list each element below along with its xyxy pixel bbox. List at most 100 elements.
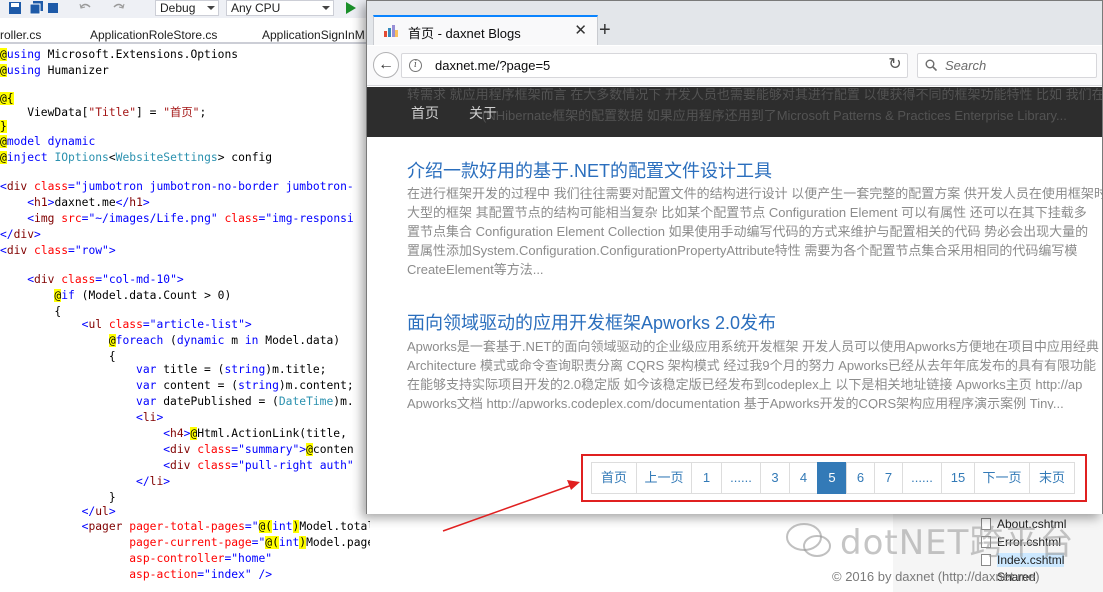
- browser-navbar: ← i daxnet.me/?page=5 ↻ Search: [367, 46, 1102, 86]
- pager-prev[interactable]: 上一页: [636, 462, 692, 494]
- code-line: asp-controller="home": [129, 552, 273, 565]
- pager-page[interactable]: 15: [941, 462, 975, 494]
- code-line: <div class="jumbotron jumbotron-no-borde…: [0, 180, 354, 193]
- configuration-value: Debug: [160, 1, 196, 15]
- pager-page[interactable]: 4: [789, 462, 818, 494]
- site-header: 转需求 就应用程序框架而言 在大多数情况下 开发人员也需要能够对其进行配置 以便…: [367, 87, 1102, 137]
- solution-item[interactable]: About.cshtml: [997, 517, 1066, 531]
- code-line: @foreach (dynamic m in Model.data): [108, 334, 341, 347]
- code-line: <h4>@Html.ActionLink(title,: [163, 427, 347, 440]
- article-summary: 置节点集合 Configuration Element Collection 如…: [407, 224, 1089, 239]
- code-line: @using Humanizer: [0, 64, 109, 77]
- code-line: var content = (string)m.content;: [136, 379, 354, 392]
- code-line: @inject IOptions<WebsiteSettings> config: [0, 151, 273, 164]
- url-bar[interactable]: i daxnet.me/?page=5: [401, 53, 908, 78]
- code-line: <li>: [136, 411, 164, 424]
- code-line: ViewData["Title"] = "首页";: [0, 106, 207, 119]
- ide-tab[interactable]: roller.cs: [0, 27, 41, 43]
- razor-file-icon: [981, 518, 991, 530]
- page-viewport: 转需求 就应用程序框架而言 在大多数情况下 开发人员也需要能够对其进行配置 以便…: [367, 87, 1102, 514]
- tab-title: 首页 - daxnet Blogs: [408, 26, 521, 41]
- copyright-text: © 2016 by daxnet (http://daxnet.me): [832, 569, 1040, 584]
- undo-icon[interactable]: [78, 1, 92, 15]
- ide-tab[interactable]: ApplicationRoleStore.cs: [90, 27, 217, 43]
- solution-item[interactable]: Index.cshtml: [997, 553, 1065, 567]
- code-line: <div class="pull-right auth": [163, 459, 354, 472]
- pager-next[interactable]: 下一页: [974, 462, 1030, 494]
- save-all-secondary-icon[interactable]: [46, 1, 60, 15]
- close-icon[interactable]: ✕: [574, 21, 587, 39]
- code-line: }: [0, 120, 7, 133]
- code-line: var datePublished = (DateTime)m.: [136, 395, 354, 408]
- article-summary: Apworks文档 http://apworks.codeplex.com/do…: [407, 396, 1064, 409]
- pager-page-current[interactable]: 5: [817, 462, 847, 494]
- url-text: daxnet.me/?page=5: [435, 58, 551, 73]
- configuration-dropdown[interactable]: Debug: [155, 0, 219, 16]
- browser-window: 首页 - daxnet Blogs ✕ + ← i daxnet.me/?pag…: [366, 0, 1103, 514]
- code-line: @if (Model.data.Count > 0): [54, 289, 232, 302]
- article-title-link[interactable]: 介绍一款好用的基于.NET的配置文件设计工具: [407, 157, 772, 183]
- article-item: 介绍一款好用的基于.NET的配置文件设计工具 在进行框架开发的过程中 我们往往需…: [407, 157, 1102, 277]
- pager-ellipsis[interactable]: ......: [721, 462, 761, 494]
- code-line: <div class="summary">@conten: [163, 443, 354, 456]
- reload-icon[interactable]: ↻: [884, 54, 906, 78]
- code-line: pager-current-page="@(int)Model.pageNumb…: [129, 536, 370, 549]
- chevron-down-icon: [207, 6, 215, 10]
- code-line: <pager pager-total-pages="@(int)Model.to…: [81, 520, 370, 533]
- article-summary: 置属性添加System.Configuration.ConfigurationP…: [407, 243, 1078, 258]
- nav-link-home[interactable]: 首页: [411, 103, 439, 123]
- code-line: <ul class="article-list">: [81, 318, 252, 331]
- pager-ellipsis[interactable]: ......: [902, 462, 942, 494]
- browser-tab[interactable]: 首页 - daxnet Blogs ✕: [373, 15, 598, 45]
- pager-last[interactable]: 末页: [1029, 462, 1075, 494]
- article-title-link[interactable]: 面向领域驱动的应用开发框架Apworks 2.0发布: [407, 309, 776, 335]
- bar-chart-icon: [384, 25, 398, 37]
- search-placeholder: Search: [945, 58, 987, 73]
- platform-value: Any CPU: [231, 1, 281, 15]
- code-line: </div>: [0, 228, 41, 241]
- pager-highlight-frame: 首页 上一页 1 ...... 3 4 5 6 7 ...... 15 下一页 …: [581, 454, 1087, 502]
- code-line: </li>: [136, 475, 171, 488]
- code-line: <h1>daxnet.me</h1>: [27, 196, 150, 209]
- article-summary: 在能够支持实际项目开发的2.0稳定版 如今该稳定版已经发布到codeplex上 …: [407, 377, 1083, 392]
- back-arrow-icon[interactable]: ←: [373, 52, 399, 78]
- chevron-down-icon: [322, 6, 330, 10]
- pager-page[interactable]: 6: [846, 462, 875, 494]
- razor-file-icon: [981, 536, 991, 548]
- browser-tabstrip: 首页 - daxnet Blogs ✕ +: [367, 1, 1102, 45]
- code-line: asp-action="index" />: [129, 568, 273, 581]
- code-editor[interactable]: @using Microsoft.Extensions.Options @usi…: [0, 47, 370, 592]
- code-line: </ul>: [81, 505, 116, 518]
- pagination: 首页 上一页 1 ...... 3 4 5 6 7 ...... 15 下一页 …: [591, 462, 1075, 494]
- search-input[interactable]: Search: [917, 53, 1097, 78]
- pager-page[interactable]: 1: [691, 462, 722, 494]
- code-line: var title = (string)m.title;: [136, 363, 327, 376]
- code-line: @model dynamic: [0, 135, 96, 148]
- ide-tab[interactable]: ApplicationSignInM: [262, 27, 365, 43]
- article-summary: CreateElement等方法...: [407, 262, 544, 277]
- article-summary: 大型的框架 其配置节点的结构可能相当复杂 比如某个配置节点 Configurat…: [407, 205, 1087, 220]
- code-line: <div class="col-md-10">: [27, 273, 184, 286]
- code-line: <img src="~/images/Life.png" class="img-…: [27, 212, 354, 225]
- redo-icon[interactable]: [112, 1, 126, 15]
- search-icon: [925, 59, 937, 71]
- article-summary: Architecture 模式或命令查询职责分离 CQRS 架构模式 经过我9个…: [407, 358, 1097, 373]
- platform-dropdown[interactable]: Any CPU: [226, 0, 334, 16]
- article-summary: 在进行框架开发的过程中 我们往往需要对配置文件的结构进行设计 以便产生一套完整的…: [407, 186, 1102, 201]
- pager-page[interactable]: 7: [874, 462, 903, 494]
- pager-page[interactable]: 3: [760, 462, 790, 494]
- header-background-text: 转需求 就应用程序框架而言 在大多数情况下 开发人员也需要能够对其进行配置 以便…: [407, 87, 1102, 102]
- solution-item[interactable]: Error.cshtml: [997, 535, 1061, 549]
- article-summary: Apworks是一套基于.NET的面向领域驱动的企业级应用系统开发框架 开发人员…: [407, 339, 1099, 354]
- header-background-text: (NHibernate框架的配置数据 如果应用程序还用到了Microsoft P…: [482, 108, 1067, 123]
- razor-file-icon: [981, 554, 991, 566]
- info-icon[interactable]: i: [409, 59, 422, 72]
- start-debug-icon[interactable]: [344, 1, 358, 15]
- nav-link-about[interactable]: 关于: [469, 103, 497, 123]
- article-item: 面向领域驱动的应用开发框架Apworks 2.0发布 Apworks是一套基于.…: [407, 309, 1102, 409]
- code-line: @using Microsoft.Extensions.Options: [0, 48, 239, 61]
- save-icon[interactable]: [8, 1, 22, 15]
- pager-first[interactable]: 首页: [591, 462, 637, 494]
- plus-icon[interactable]: +: [599, 19, 611, 41]
- save-all-icon[interactable]: [30, 1, 44, 15]
